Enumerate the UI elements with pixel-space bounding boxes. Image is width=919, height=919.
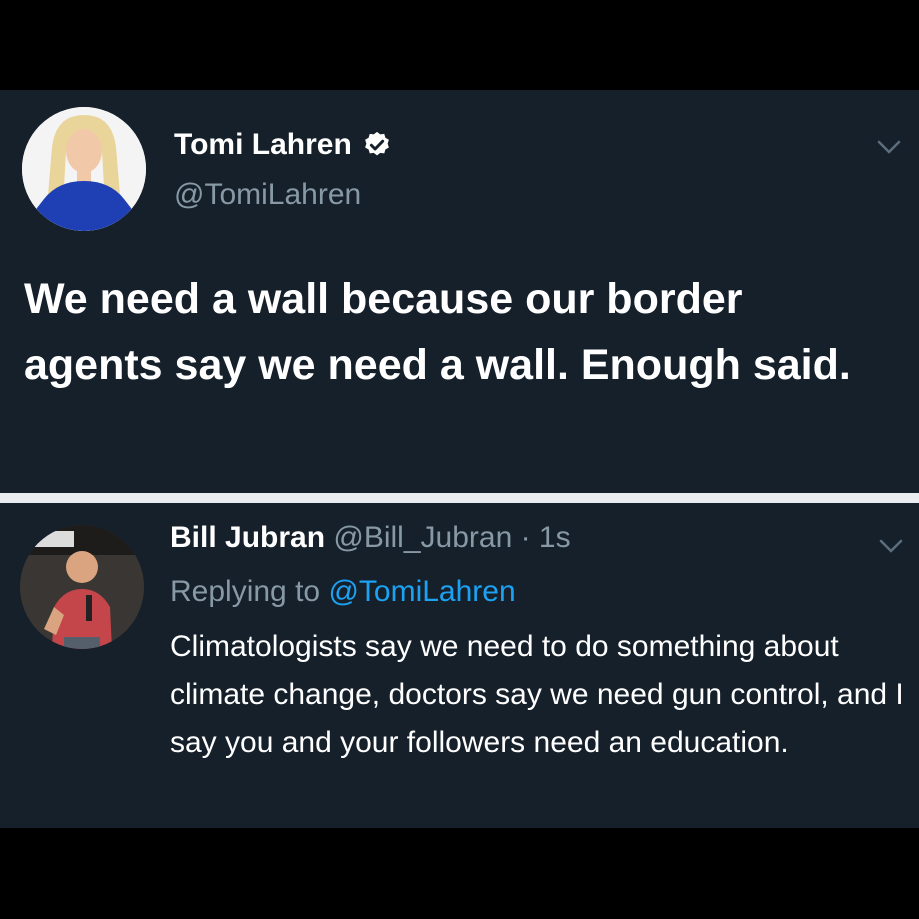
reply-text: Climatologists say we need to do somethi… [170, 630, 904, 759]
reply-header: Bill Jubran @Bill_Jubran · 1s [170, 521, 571, 555]
chevron-down-icon[interactable] [876, 138, 902, 156]
avatar-image [20, 525, 144, 649]
timestamp[interactable]: 1s [539, 521, 571, 554]
avatar-image [22, 107, 146, 231]
verified-badge-icon [364, 131, 389, 156]
mention-link[interactable]: @TomiLahren [328, 575, 515, 608]
display-name[interactable]: Bill Jubran [170, 521, 325, 554]
tweet-text: We need a wall because our border agents… [24, 275, 851, 389]
avatar[interactable] [22, 107, 146, 231]
original-tweet[interactable]: Tomi Lahren @TomiLahren We need a wall b… [0, 90, 919, 493]
chevron-down-icon[interactable] [878, 537, 904, 555]
display-name[interactable]: Tomi Lahren [174, 128, 352, 162]
separator: · [512, 521, 539, 554]
replying-to-label: Replying to [170, 575, 321, 608]
replying-to: Replying to @TomiLahren [170, 575, 516, 609]
avatar[interactable] [20, 525, 144, 649]
handle[interactable]: @TomiLahren [174, 178, 361, 212]
divider [0, 493, 919, 503]
handle[interactable]: @Bill_Jubran [333, 521, 512, 554]
reply-tweet[interactable]: Bill Jubran @Bill_Jubran · 1s Replying t… [0, 503, 919, 828]
